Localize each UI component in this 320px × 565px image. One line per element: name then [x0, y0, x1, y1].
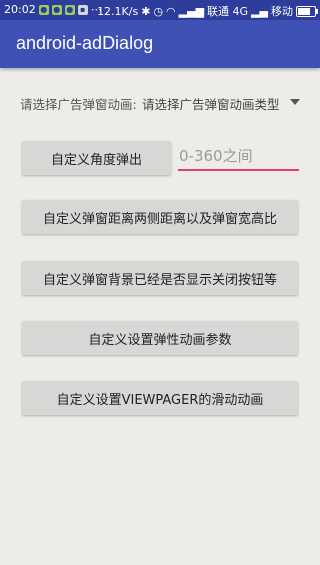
animation-select-row: 请选择广告弹窗动画: 请选择广告弹窗动画类型	[20, 94, 305, 112]
net-speed: 12.1K/s	[97, 4, 139, 18]
signal-icon: ▂▄	[251, 4, 268, 18]
custom-margin-ratio-button[interactable]: 自定义弹窗距离两侧距离以及弹窗宽高比	[22, 200, 298, 234]
custom-angle-button[interactable]: 自定义角度弹出	[22, 141, 171, 175]
custom-background-close-button[interactable]: 自定义弹窗背景已经是否显示关闭按钮等	[22, 261, 298, 295]
custom-viewpager-animation-button[interactable]: 自定义设置VIEWPAGER的滑动动画	[22, 381, 298, 415]
angle-input[interactable]	[178, 143, 299, 171]
notification-app-icon: ●	[64, 4, 75, 15]
carrier-primary: 联通 4G	[207, 5, 249, 18]
app-bar: android-adDialog	[0, 20, 320, 68]
status-bar: 20:02 ● ● ● ▪ ⋯ 12.1K/s ✱ ◷ ◠ ▂▄▆ 联通 4G …	[0, 0, 320, 20]
signal-icon: ▂▄▆	[178, 4, 205, 18]
wifi-icon: ◠	[166, 4, 176, 18]
app-title: android-adDialog	[16, 33, 154, 53]
battery-fill	[298, 7, 310, 15]
notification-app-icon: ●	[38, 4, 49, 15]
custom-spring-animation-button[interactable]: 自定义设置弹性动画参数	[22, 321, 298, 355]
notification-image-icon: ▪	[77, 4, 88, 15]
animation-type-value: 请选择广告弹窗动画类型	[142, 97, 280, 112]
battery-icon	[296, 5, 318, 17]
notification-app-icon: ●	[51, 4, 62, 15]
status-time: 20:02	[4, 3, 36, 16]
status-bar-right: 12.1K/s ✱ ◷ ◠ ▂▄▆ 联通 4G ▂▄ 移动	[97, 3, 318, 19]
bluetooth-icon: ✱	[141, 4, 151, 18]
status-bar-left: 20:02 ● ● ● ▪ ⋯	[4, 3, 102, 16]
alarm-icon: ◷	[153, 4, 164, 18]
animation-select-label: 请选择广告弹窗动画:	[20, 97, 137, 112]
dropdown-arrow-icon	[290, 99, 300, 105]
carrier-secondary: 移动	[271, 5, 293, 18]
animation-type-spinner[interactable]: 请选择广告弹窗动画类型	[142, 94, 300, 112]
